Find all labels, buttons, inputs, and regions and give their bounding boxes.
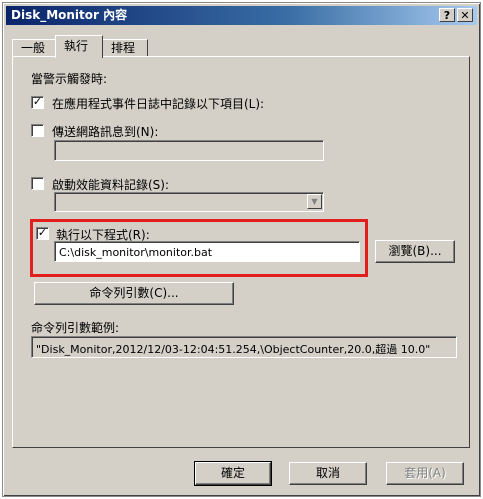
tab-action[interactable]: 執行 xyxy=(55,35,103,58)
log-event-checkbox[interactable]: ✓ xyxy=(31,96,44,109)
tab-schedule[interactable]: 排程 xyxy=(102,39,148,57)
send-message-label[interactable]: 傳送網路訊息到(N): xyxy=(52,123,158,140)
cancel-button[interactable]: 取消 xyxy=(289,462,367,485)
example-field: "Disk_Monitor,2012/12/03-12:04:51.254,\O… xyxy=(31,336,457,358)
chevron-down-icon[interactable]: ▼ xyxy=(307,194,322,209)
apply-button[interactable]: 套用(A) xyxy=(386,462,464,485)
send-message-checkbox[interactable] xyxy=(31,124,44,137)
browse-button[interactable]: 瀏覽(B)... xyxy=(375,240,455,263)
close-button[interactable]: ✕ xyxy=(457,8,473,22)
example-heading: 命令列引數範例: xyxy=(31,321,120,335)
highlight-box xyxy=(30,219,368,277)
window-title: Disk_Monitor 內容 xyxy=(11,8,128,22)
send-message-input[interactable] xyxy=(54,140,324,161)
command-args-button[interactable]: 命令列引數(C)... xyxy=(34,282,234,305)
perf-log-combo[interactable]: ▼ xyxy=(54,192,324,212)
ok-button[interactable]: 確定 xyxy=(194,461,272,486)
perf-log-checkbox[interactable] xyxy=(31,177,44,190)
title-bar: Disk_Monitor 內容 ? ✕ xyxy=(6,6,477,25)
section-heading: 當警示觸發時: xyxy=(31,72,108,86)
perf-log-label[interactable]: 啟動效能資料記錄(S): xyxy=(52,176,169,193)
tab-general[interactable]: 一般 xyxy=(12,39,56,57)
help-button[interactable]: ? xyxy=(439,8,455,22)
log-event-label[interactable]: 在應用程式事件日誌中記錄以下項目(L): xyxy=(52,95,264,112)
